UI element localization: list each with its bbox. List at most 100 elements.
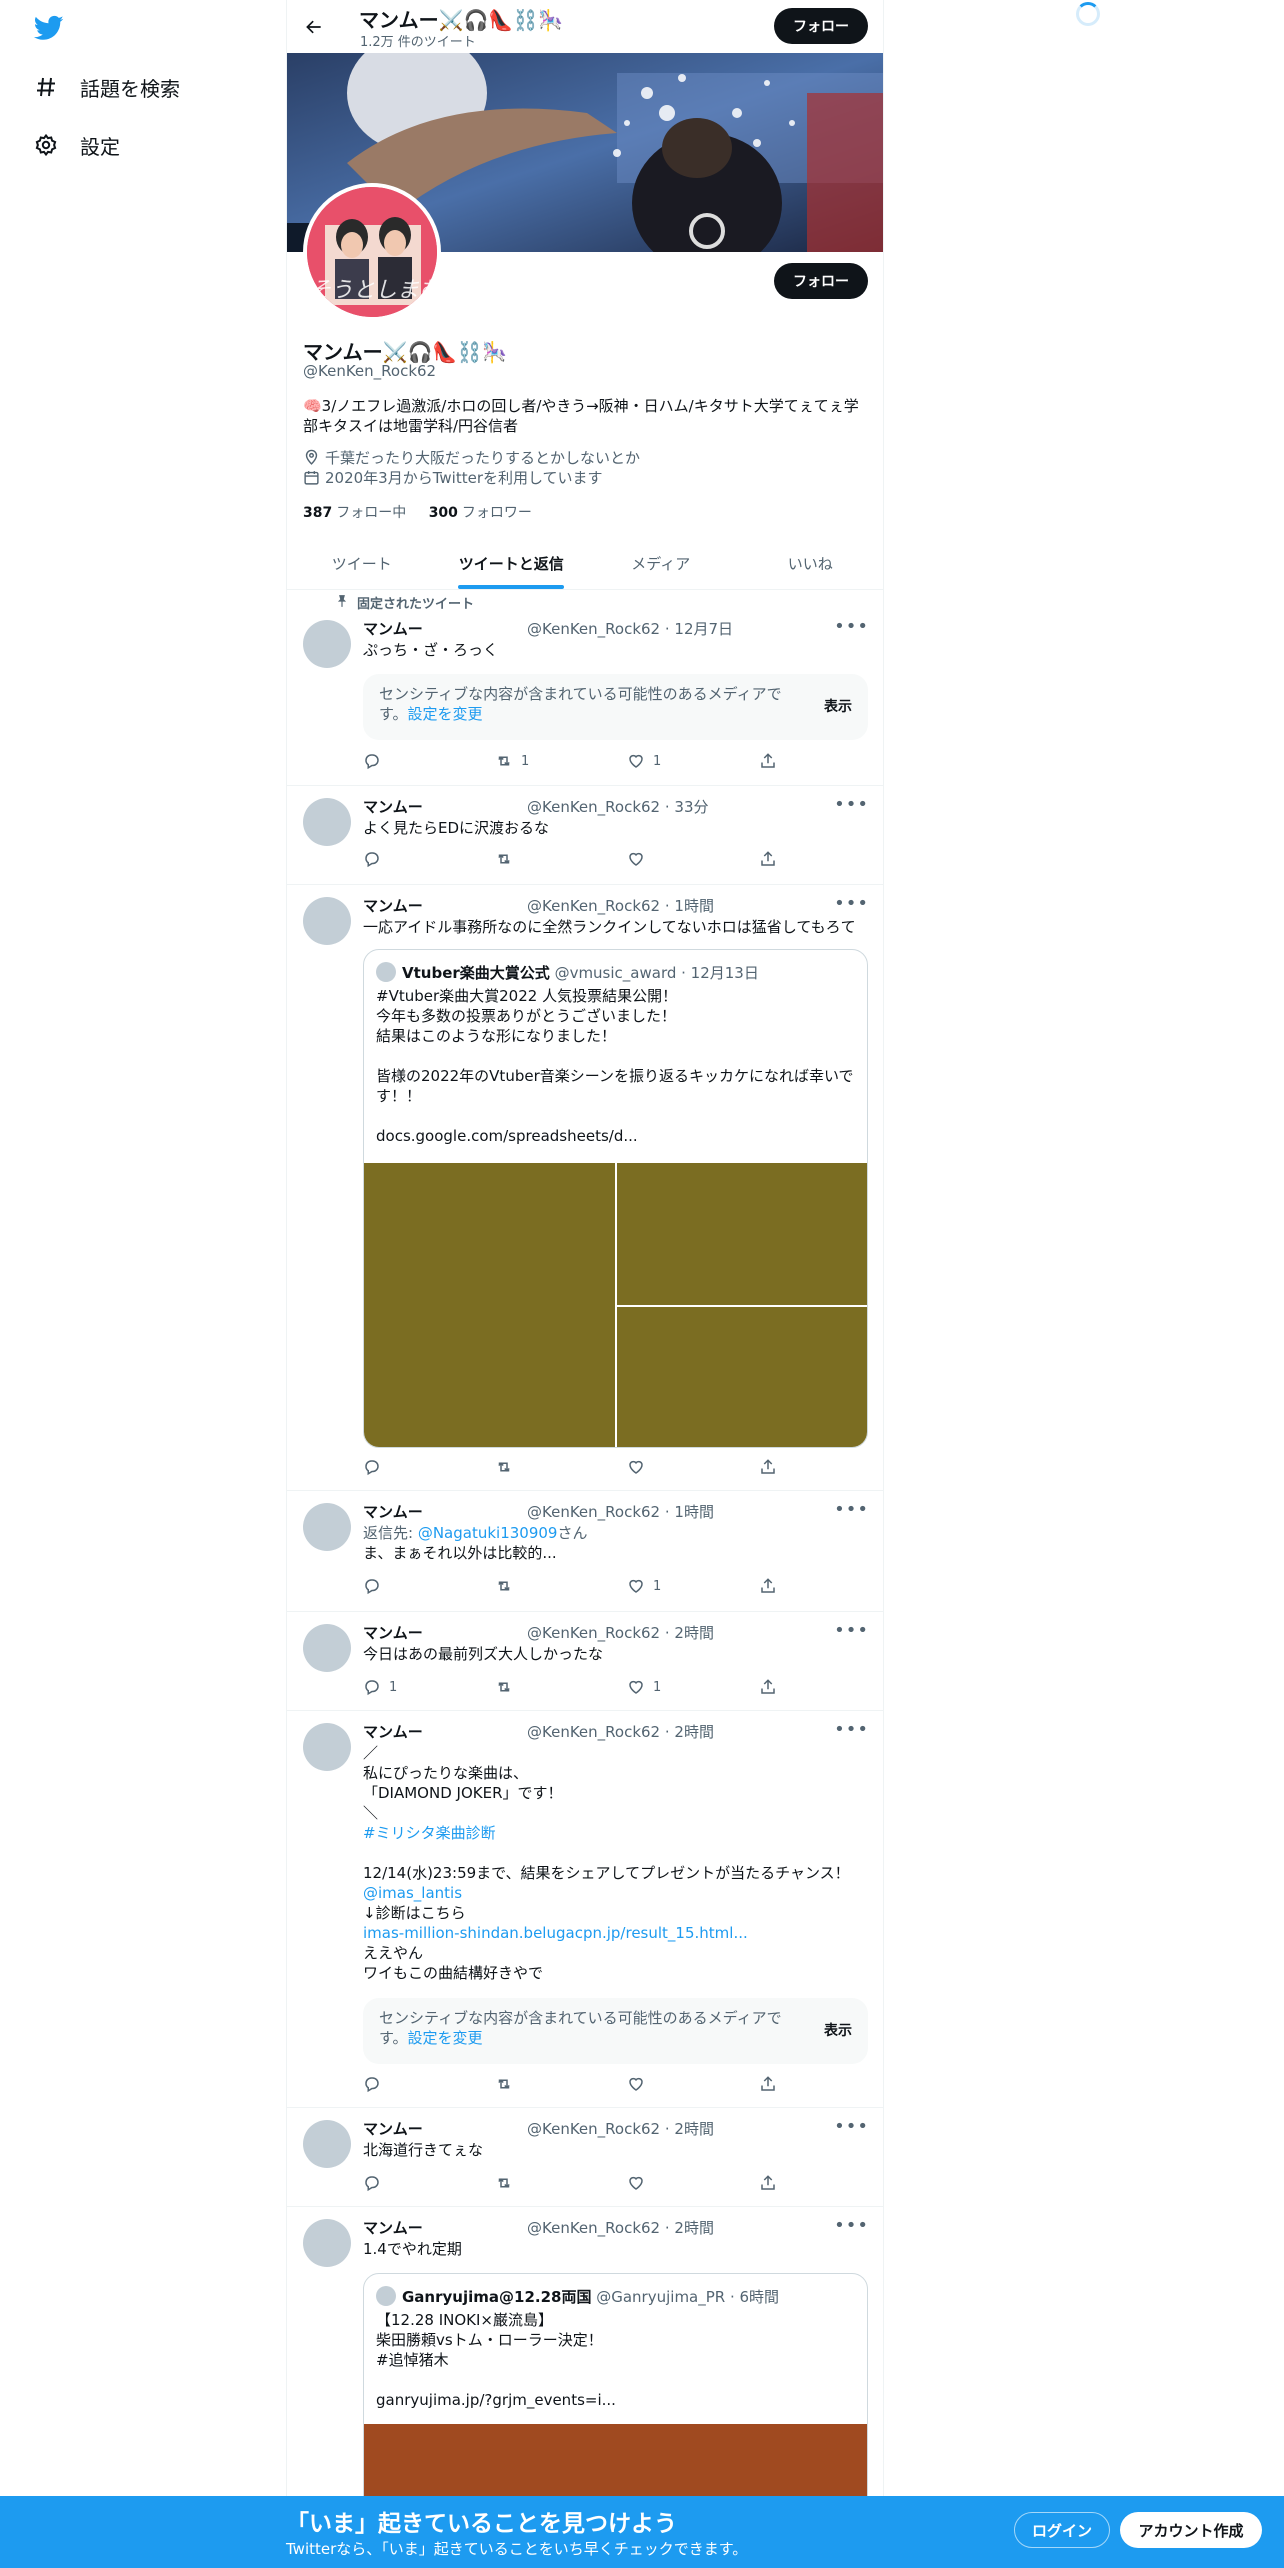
reply-to-mention[interactable]: @Nagatuki130909 xyxy=(418,1524,558,1542)
nav-settings[interactable]: 設定 xyxy=(32,123,120,167)
tweet-author-name[interactable]: マンムー xyxy=(363,1622,423,1643)
share-button[interactable] xyxy=(759,1458,785,1476)
tweet-actions xyxy=(363,2174,793,2194)
retweet-button[interactable] xyxy=(495,2174,521,2192)
tweet[interactable]: マンムー @KenKen_Rock62 · 2時間 ••• 今日はあの最前列ズ大… xyxy=(287,1612,883,1711)
tweet-avatar[interactable] xyxy=(303,1723,351,1771)
tweet[interactable]: マンムー @KenKen_Rock62 · 2時間 ••• 北海道行きてぇな xyxy=(287,2108,883,2207)
like-button[interactable]: 1 xyxy=(627,1678,661,1696)
share-button[interactable] xyxy=(759,752,785,770)
show-media-button[interactable]: 表示 xyxy=(824,2020,852,2040)
tweet-author-name[interactable]: マンムー xyxy=(363,2118,423,2139)
reply-button[interactable] xyxy=(363,1458,389,1476)
tweet-avatar[interactable] xyxy=(303,1503,351,1551)
tweet-handle-time[interactable]: @KenKen_Rock62 · 2時間 xyxy=(527,1622,714,1643)
more-options-icon[interactable]: ••• xyxy=(834,1499,869,1520)
tweet-avatar[interactable] xyxy=(303,2219,351,2267)
quoted-handle-time: @Ganryujima_PR · 6時間 xyxy=(596,2288,780,2306)
signup-button[interactable]: アカウント作成 xyxy=(1120,2512,1262,2548)
tweet-avatar[interactable] xyxy=(303,897,351,945)
login-button[interactable]: ログイン xyxy=(1014,2512,1110,2548)
twitter-logo-icon[interactable] xyxy=(32,13,66,43)
reply-button[interactable] xyxy=(363,752,389,770)
quoted-media-grid[interactable] xyxy=(364,1163,867,1447)
like-button[interactable]: 1 xyxy=(627,752,661,770)
tweet-handle-time[interactable]: @KenKen_Rock62 · 2時間 xyxy=(527,1721,714,1742)
like-button[interactable] xyxy=(627,850,653,868)
media-image[interactable] xyxy=(364,1163,615,1447)
tweet-handle-time[interactable]: @KenKen_Rock62 · 2時間 xyxy=(527,2217,714,2238)
retweet-button[interactable] xyxy=(495,1678,521,1696)
tweet[interactable]: マンムー @KenKen_Rock62 · 2時間 ••• ／ 私にぴったりな楽… xyxy=(287,1711,883,2108)
followers-link[interactable]: 300 フォロワー xyxy=(429,505,532,521)
back-arrow-icon[interactable] xyxy=(301,14,327,40)
tweet-actions xyxy=(363,1458,793,1478)
like-button[interactable]: 1 xyxy=(627,1577,661,1595)
tweet-author-name[interactable]: マンムー xyxy=(363,796,423,817)
more-options-icon[interactable]: ••• xyxy=(834,1719,869,1740)
show-media-button[interactable]: 表示 xyxy=(824,696,852,716)
reply-button[interactable] xyxy=(363,1577,389,1595)
tweet-avatar[interactable] xyxy=(303,1624,351,1672)
tweet-author-name[interactable]: マンムー xyxy=(363,2217,423,2238)
tweet-author-name[interactable]: マンムー xyxy=(363,1501,423,1522)
more-options-icon[interactable]: ••• xyxy=(834,2116,869,2137)
tab-tweets-and-replies[interactable]: ツイートと返信 xyxy=(437,537,587,589)
tweet-handle-time[interactable]: @KenKen_Rock62 · 33分 xyxy=(527,796,709,817)
tweet[interactable]: マンムー @KenKen_Rock62 · 12月7日 ••• ぷっち・ざ・ろっ… xyxy=(287,590,883,786)
tab-tweets[interactable]: ツイート xyxy=(287,537,437,589)
retweet-button[interactable] xyxy=(495,1458,521,1476)
tweet-author-name[interactable]: マンムー xyxy=(363,895,423,916)
tweet-text: よく見たらEDに沢渡おるな xyxy=(363,819,550,837)
share-button[interactable] xyxy=(759,850,785,868)
more-options-icon[interactable]: ••• xyxy=(834,1620,869,1641)
tweet-avatar[interactable] xyxy=(303,798,351,846)
change-settings-link[interactable]: 設定を変更 xyxy=(408,705,483,723)
nav-explore[interactable]: 話題を検索 xyxy=(32,65,180,109)
retweet-button[interactable] xyxy=(495,1577,521,1595)
following-link[interactable]: 387 フォロー中 xyxy=(303,505,406,521)
more-options-icon[interactable]: ••• xyxy=(834,794,869,815)
more-options-icon[interactable]: ••• xyxy=(834,2215,869,2236)
retweet-icon xyxy=(498,1462,510,1472)
tweet-handle-time[interactable]: @KenKen_Rock62 · 1時間 xyxy=(527,1501,714,1522)
media-image[interactable] xyxy=(617,1163,867,1305)
share-button[interactable] xyxy=(759,2075,785,2093)
change-settings-link[interactable]: 設定を変更 xyxy=(408,2029,483,2047)
retweet-button[interactable] xyxy=(495,2075,521,2093)
profile-follow-button[interactable]: フォロー xyxy=(774,263,868,299)
like-button[interactable] xyxy=(627,1458,653,1476)
like-button[interactable] xyxy=(627,2075,653,2093)
url-link[interactable]: imas-million-shindan.belugacpn.jp/result… xyxy=(363,1923,873,1943)
tab-media[interactable]: メディア xyxy=(586,537,736,589)
retweet-button[interactable] xyxy=(495,850,521,868)
share-button[interactable] xyxy=(759,1678,785,1696)
reply-button[interactable] xyxy=(363,2075,389,2093)
reply-button[interactable]: 1 xyxy=(363,1678,397,1696)
more-options-icon[interactable]: ••• xyxy=(834,616,869,637)
media-image[interactable] xyxy=(617,1307,867,1447)
tweet-handle-time[interactable]: @KenKen_Rock62 · 1時間 xyxy=(527,895,714,916)
tweet-avatar[interactable] xyxy=(303,2120,351,2168)
mention-link[interactable]: @imas_lantis xyxy=(363,1883,873,1903)
tweet-handle-time[interactable]: @KenKen_Rock62 · 2時間 xyxy=(527,2118,714,2139)
tweet-avatar[interactable] xyxy=(303,620,351,668)
share-button[interactable] xyxy=(759,1577,785,1595)
tab-likes[interactable]: いいね xyxy=(736,537,884,589)
hashtag-link[interactable]: #ミリシタ楽曲診断 xyxy=(363,1823,873,1843)
tweet[interactable]: マンムー @KenKen_Rock62 · 1時間 ••• 返信先: @Naga… xyxy=(287,1491,883,1612)
profile-joined-text: 2020年3月からTwitterを利用しています xyxy=(325,469,603,487)
like-button[interactable] xyxy=(627,2174,653,2192)
header-follow-button[interactable]: フォロー xyxy=(774,8,868,44)
tweet-author-name[interactable]: マンムー xyxy=(363,1721,423,1742)
tweet[interactable]: マンムー @KenKen_Rock62 · 33分 ••• よく見たらEDに沢渡… xyxy=(287,786,883,885)
reply-button[interactable] xyxy=(363,2174,389,2192)
more-options-icon[interactable]: ••• xyxy=(834,893,869,914)
tweet[interactable]: マンムー @KenKen_Rock62 · 1時間 ••• 一応アイドル事務所な… xyxy=(287,885,883,1491)
tweet-author-name[interactable]: マンムー xyxy=(363,618,423,639)
retweet-button[interactable]: 1 xyxy=(495,752,529,770)
quoted-tweet[interactable]: Vtuber楽曲大賞公式 @vmusic_award · 12月13日 #Vtu… xyxy=(363,949,868,1448)
tweet-handle-time[interactable]: @KenKen_Rock62 · 12月7日 xyxy=(527,618,733,639)
share-button[interactable] xyxy=(759,2174,785,2192)
reply-button[interactable] xyxy=(363,850,389,868)
